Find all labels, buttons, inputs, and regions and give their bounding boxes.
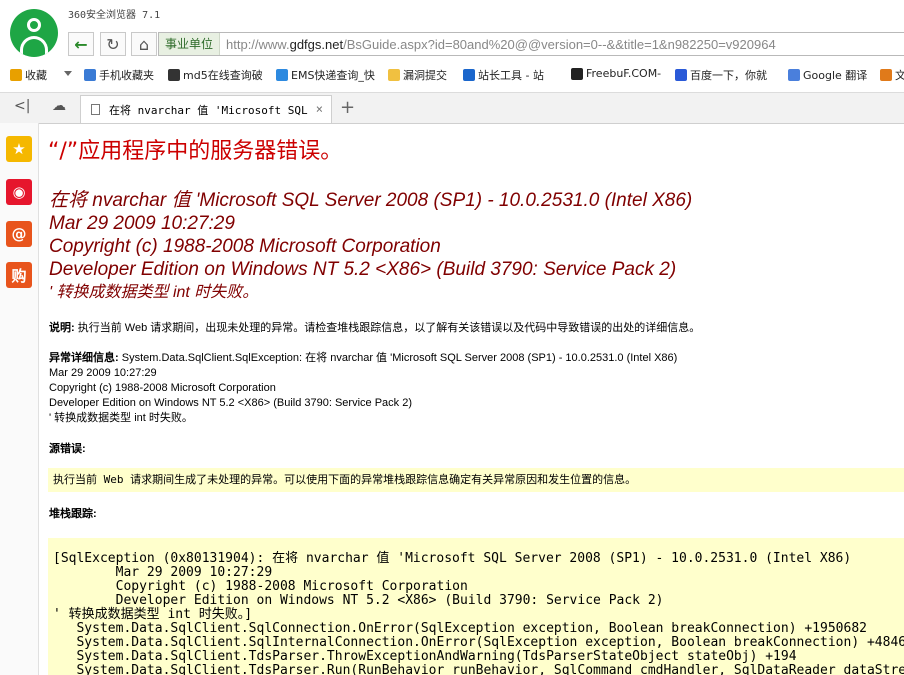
tab-title: 在将 nvarchar 值 'Microsoft SQL <box>109 103 308 117</box>
exception-details-line: Mar 29 2009 10:27:29 <box>49 367 157 379</box>
exception-details-line: System.Data.SqlClient.SqlException: 在将 n… <box>118 352 678 364</box>
exception-details-line: Developer Edition on Windows NT 5.2 <X86… <box>49 397 412 409</box>
chevron-down-icon[interactable] <box>64 71 72 76</box>
sidebar: ★ ◉ @ 购 <box>0 123 39 675</box>
exception-details-label: 异常详细信息: <box>49 352 119 364</box>
error-message-line: ' 转换成数据类型 int 时失败。 <box>49 284 259 301</box>
app-title: 360安全浏览器 7.1 <box>68 10 161 21</box>
tab-close-icon[interactable]: × <box>316 102 323 116</box>
bookmarks-bar: 收藏 手机收藏夹 md5在线查询破 EMS快递查询_快 漏洞提交 站长工具 - 站 Free… <box>0 62 904 88</box>
user-avatar-icon[interactable] <box>10 9 58 57</box>
bookmark-item[interactable]: 收藏 <box>10 67 47 83</box>
bookmark-label: 收藏 <box>25 69 47 82</box>
stack-trace-label: 堆栈跟踪: <box>49 508 97 520</box>
address-bar[interactable]: 事业单位 http://www.gdfgs.net/BsGuide.aspx?i… <box>158 32 904 56</box>
exception-details: 异常详细信息: System.Data.SqlClient.SqlExcepti… <box>49 351 677 426</box>
title-bar: 360安全浏览器 7.1 <box>0 0 904 30</box>
error-message-line: Mar 29 2009 10:27:29 <box>49 213 235 234</box>
bookmark-item[interactable]: EMS快递查询_快 <box>276 67 375 83</box>
site-category-tag[interactable]: 事业单位 <box>159 33 221 55</box>
bookmark-item[interactable]: 漏洞提交 <box>388 67 447 83</box>
bookmark-item[interactable]: FreebuF.COM- <box>571 67 661 80</box>
wen-icon <box>880 69 892 81</box>
bookmark-label: Google 翻译 <box>803 69 868 82</box>
page-content: “/”应用程序中的服务器错误。 在将 nvarchar 值 'Microsoft… <box>48 123 904 675</box>
phone-icon <box>84 69 96 81</box>
bookmark-item[interactable]: 文 <box>880 67 904 83</box>
bookmark-label: 漏洞提交 <box>403 69 447 82</box>
source-error-box: 执行当前 Web 请求期间生成了未处理的异常。可以使用下面的异常堆栈跟踪信息确定… <box>48 468 904 492</box>
tab-bar: <| ☁ 在将 nvarchar 值 'Microsoft SQL × + <box>0 92 904 124</box>
bookmark-label: md5在线查询破 <box>183 69 263 82</box>
description: 说明: 执行当前 Web 请求期间，出现未处理的异常。请检查堆栈跟踪信息，以了解… <box>49 321 700 336</box>
document-icon <box>91 104 100 115</box>
cloud-icon[interactable]: ☁ <box>52 98 66 114</box>
bookmark-item[interactable]: Google 翻译 <box>788 67 867 83</box>
bookmark-item[interactable]: 手机收藏夹 <box>84 67 154 83</box>
new-tab-button[interactable]: + <box>340 97 355 118</box>
refresh-button[interactable]: ↻ <box>100 32 126 56</box>
bookmark-label: FreebuF.COM- <box>586 67 662 80</box>
shopping-icon[interactable]: 购 <box>6 262 32 288</box>
grid-icon <box>168 69 180 81</box>
error-message: 在将 nvarchar 值 'Microsoft SQL Server 2008… <box>49 189 692 304</box>
error-message-line: Copyright (c) 1988-2008 Microsoft Corpor… <box>49 236 441 257</box>
exception-details-line: Copyright (c) 1988-2008 Microsoft Corpor… <box>49 382 276 394</box>
bookmark-label: 站长工具 - 站 <box>478 69 544 82</box>
tab-scroll-left-icon[interactable]: <| <box>14 98 30 114</box>
bookmark-label: EMS快递查询_快 <box>291 69 375 82</box>
source-error-label: 源错误: <box>49 443 86 455</box>
error-message-line: 在将 nvarchar 值 'Microsoft SQL Server 2008… <box>49 190 693 211</box>
freebuf-icon <box>571 67 583 80</box>
back-button[interactable]: ← <box>68 32 94 56</box>
google-translate-icon <box>788 69 800 81</box>
bookmark-label: 百度一下，你就 <box>690 69 767 82</box>
bookmark-label: 手机收藏夹 <box>99 69 154 82</box>
mail-icon[interactable]: @ <box>6 221 32 247</box>
star-icon <box>10 69 22 81</box>
weibo-icon[interactable]: ◉ <box>6 179 32 205</box>
error-message-line: Developer Edition on Windows NT 5.2 <X86… <box>49 259 677 280</box>
folder-icon <box>388 69 400 81</box>
tool-icon <box>463 69 475 81</box>
favorites-icon[interactable]: ★ <box>6 136 32 162</box>
stack-trace-box: [SqlException (0x80131904): 在将 nvarchar … <box>48 538 904 675</box>
tab-active[interactable]: 在将 nvarchar 值 'Microsoft SQL × <box>80 95 332 123</box>
description-text: 执行当前 Web 请求期间，出现未处理的异常。请检查堆栈跟踪信息，以了解有关该错… <box>74 322 701 334</box>
bookmark-label: 文 <box>895 69 904 82</box>
home-button[interactable]: ⌂ <box>131 32 157 56</box>
page-title: “/”应用程序中的服务器错误。 <box>48 139 343 164</box>
url-text[interactable]: http://www.gdfgs.net/BsGuide.aspx?id=80a… <box>220 37 776 52</box>
description-label: 说明: <box>49 322 75 334</box>
navigation-bar: ← ↻ ⌂ 事业单位 http://www.gdfgs.net/BsGuide.… <box>0 30 904 60</box>
bookmark-item[interactable]: 站长工具 - 站 <box>463 67 544 83</box>
ems-icon <box>276 69 288 81</box>
exception-details-line: ' 转换成数据类型 int 时失败。 <box>49 412 193 424</box>
bookmark-item[interactable]: md5在线查询破 <box>168 67 263 83</box>
baidu-icon <box>675 69 687 81</box>
bookmark-item[interactable]: 百度一下，你就 <box>675 67 767 83</box>
